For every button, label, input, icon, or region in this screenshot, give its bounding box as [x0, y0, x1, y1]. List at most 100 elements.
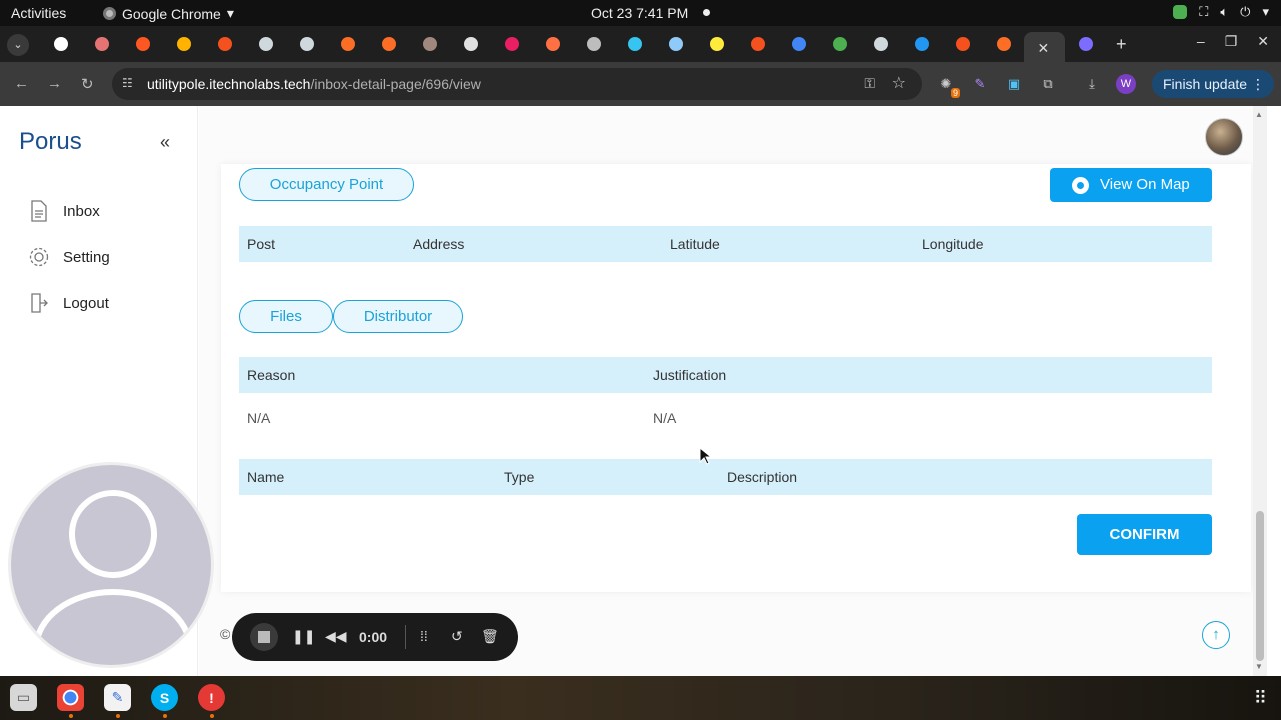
- minimize-button[interactable]: –: [1197, 33, 1205, 50]
- extensions-puzzle-icon[interactable]: ⧉: [1038, 74, 1058, 94]
- download-icon[interactable]: ⤓: [1082, 74, 1102, 94]
- system-tray[interactable]: ⛶ 🔈︎ ⏻ ▾: [1173, 4, 1269, 20]
- show-apps-grid-icon[interactable]: ⠿: [1254, 688, 1267, 709]
- stop-record-button[interactable]: [250, 623, 278, 651]
- view-on-map-button[interactable]: View On Map: [1050, 168, 1212, 202]
- grid-drag-icon[interactable]: ⁞⁞: [420, 628, 428, 644]
- scroll-down-arrow-icon[interactable]: ▼: [1255, 662, 1263, 671]
- skype-app-icon[interactable]: S: [151, 684, 178, 718]
- tab-files[interactable]: Files: [239, 300, 333, 333]
- close-tab-icon[interactable]: ✕: [1038, 40, 1052, 56]
- browser-tab[interactable]: [122, 32, 163, 56]
- screen-recorder-bar: ❚❚ ◀◀ 0:00 ⁞⁞ ↺ 🗑︎: [232, 613, 518, 661]
- browser-tab[interactable]: [163, 32, 204, 56]
- chevron-down-icon[interactable]: ▾: [1262, 4, 1269, 20]
- chrome-app-icon[interactable]: [57, 684, 84, 718]
- network-icon[interactable]: ⛶: [1199, 4, 1208, 20]
- occupancy-point-pill[interactable]: Occupancy Point: [239, 168, 414, 201]
- url-text[interactable]: utilitypole.itechnolabs.tech/inbox-detai…: [147, 76, 481, 92]
- browser-tab[interactable]: [409, 32, 450, 56]
- app-menu[interactable]: Google Chrome ▾: [103, 5, 234, 22]
- browser-tab[interactable]: [491, 32, 532, 56]
- browser-tab[interactable]: [450, 32, 491, 56]
- taskbar-dock: ▭ ✎ S ! ⠿: [0, 676, 1281, 720]
- browser-tab[interactable]: [983, 32, 1024, 56]
- trash-icon[interactable]: 🗑︎: [481, 628, 499, 645]
- alert-app-icon[interactable]: !: [198, 684, 225, 718]
- browser-tab[interactable]: [40, 32, 81, 56]
- tab-distributor[interactable]: Distributor: [333, 300, 463, 333]
- browser-tab[interactable]: [286, 32, 327, 56]
- site-info-icon[interactable]: ☷: [122, 76, 136, 90]
- brand-logo[interactable]: Porus: [19, 128, 82, 156]
- column-header-name: Name: [247, 469, 285, 485]
- close-window-button[interactable]: ✕: [1257, 33, 1269, 50]
- restart-icon[interactable]: ↺: [451, 628, 463, 645]
- scrollbar-thumb[interactable]: [1256, 511, 1264, 661]
- occupancy-table-header: Post Address Latitude Longitude: [239, 226, 1212, 262]
- power-icon[interactable]: ⏻: [1240, 4, 1250, 20]
- finish-update-button[interactable]: Finish update ⋮: [1152, 70, 1274, 98]
- tab-favicon-icon: [422, 37, 437, 51]
- address-bar[interactable]: ☷ utilitypole.itechnolabs.tech/inbox-det…: [112, 68, 922, 100]
- browser-tab[interactable]: [942, 32, 983, 56]
- sidebar-item-setting[interactable]: Setting: [28, 234, 110, 280]
- browser-tab[interactable]: [655, 32, 696, 56]
- tab-favicon-icon: [955, 37, 970, 51]
- text-editor-app-icon[interactable]: ✎: [104, 684, 131, 718]
- browser-tab-active[interactable]: ✕: [1024, 32, 1065, 62]
- extension-pen-icon[interactable]: ✎: [970, 74, 990, 94]
- maximize-button[interactable]: ❐: [1225, 33, 1238, 50]
- volume-icon[interactable]: 🔈︎: [1220, 4, 1228, 20]
- column-header-post: Post: [247, 236, 276, 252]
- sidebar-item-logout[interactable]: Logout: [28, 280, 110, 326]
- reload-button[interactable]: ↻: [81, 75, 94, 93]
- sidebar-menu: Inbox Setting Logout: [28, 188, 110, 326]
- confirm-button[interactable]: CONFIRM: [1077, 514, 1212, 555]
- column-header-reason: Reason: [247, 367, 296, 383]
- browser-tab[interactable]: [573, 32, 614, 56]
- browser-tab[interactable]: [737, 32, 778, 56]
- rewind-icon[interactable]: ◀◀: [325, 628, 347, 645]
- files-app-icon[interactable]: ▭: [10, 684, 37, 711]
- browser-tab[interactable]: [245, 32, 286, 56]
- gear-icon: [28, 246, 50, 268]
- forward-button[interactable]: →: [47, 75, 62, 92]
- key-icon[interactable]: ⚿: [864, 75, 875, 92]
- recorder-divider: [405, 625, 406, 649]
- scroll-to-top-button[interactable]: ↑: [1202, 621, 1230, 649]
- page-scrollbar[interactable]: ▲ ▼: [1253, 106, 1267, 676]
- tab-search-button[interactable]: ⌄: [7, 34, 29, 56]
- activities-button[interactable]: Activities: [11, 5, 66, 21]
- clock[interactable]: Oct 23 7:41 PM: [591, 5, 688, 21]
- back-button[interactable]: ←: [14, 75, 29, 92]
- browser-tab[interactable]: [819, 32, 860, 56]
- browser-tab[interactable]: [81, 32, 122, 56]
- browser-tab[interactable]: [860, 32, 901, 56]
- webcam-bubble[interactable]: [8, 462, 214, 668]
- running-indicator: [69, 714, 73, 718]
- shield-icon[interactable]: [1173, 5, 1188, 19]
- browser-tab[interactable]: [1065, 32, 1106, 56]
- browser-tab[interactable]: [368, 32, 409, 56]
- browser-tab[interactable]: [532, 32, 573, 56]
- scroll-up-arrow-icon[interactable]: ▲: [1255, 110, 1263, 119]
- browser-tab[interactable]: [204, 32, 245, 56]
- extension-gear-icon[interactable]: ✺ 9: [936, 74, 960, 98]
- user-avatar[interactable]: [1205, 118, 1243, 156]
- sidebar-item-inbox[interactable]: Inbox: [28, 188, 110, 234]
- profile-avatar[interactable]: W: [1116, 74, 1136, 94]
- collapse-sidebar-button[interactable]: «: [160, 132, 170, 153]
- bookmark-star-icon[interactable]: ☆: [892, 73, 906, 93]
- main-content: Occupancy Point View On Map Post Address…: [199, 106, 1253, 676]
- browser-tab[interactable]: [778, 32, 819, 56]
- tab-favicon-icon: [545, 37, 560, 51]
- pause-icon[interactable]: ❚❚: [292, 628, 315, 645]
- browser-tab[interactable]: [614, 32, 655, 56]
- browser-tab[interactable]: [901, 32, 942, 56]
- column-header-description: Description: [727, 469, 798, 485]
- browser-tab[interactable]: [327, 32, 368, 56]
- new-tab-button[interactable]: +: [1116, 34, 1127, 55]
- browser-tab[interactable]: [696, 32, 737, 56]
- extension-cube-icon[interactable]: ▣: [1004, 74, 1024, 94]
